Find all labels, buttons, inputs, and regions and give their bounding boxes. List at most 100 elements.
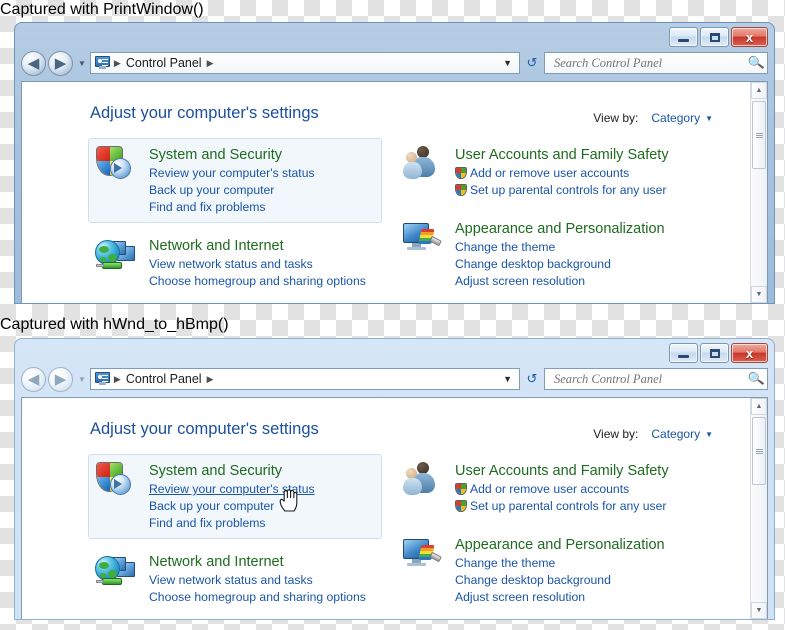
category-title[interactable]: Appearance and Personalization bbox=[455, 220, 743, 238]
client-area: Adjust your computer's settings View by:… bbox=[21, 81, 768, 303]
link-review-status[interactable]: Review your computer's status bbox=[149, 165, 375, 182]
close-button[interactable]: x bbox=[731, 343, 768, 363]
address-bar[interactable]: ▶ Control Panel ▶ ▼ bbox=[89, 52, 520, 74]
view-by-label: View by: bbox=[593, 111, 639, 125]
category-network-and-internet[interactable]: Network and Internet View network status… bbox=[88, 229, 382, 297]
scrollbar-thumb[interactable] bbox=[752, 417, 766, 485]
minimize-icon bbox=[678, 38, 689, 42]
search-input[interactable] bbox=[552, 370, 745, 388]
search-icon: 🔍 bbox=[746, 53, 765, 72]
forward-button[interactable]: ▶ bbox=[48, 50, 73, 76]
client-area: Adjust your computer's settings View by:… bbox=[21, 397, 768, 619]
forward-arrow-icon: ▶ bbox=[54, 369, 67, 388]
close-icon: x bbox=[745, 345, 754, 361]
scroll-up-button[interactable]: ▲ bbox=[751, 82, 767, 99]
category-title[interactable]: User Accounts and Family Safety bbox=[455, 462, 743, 480]
breadcrumb-control-panel[interactable]: Control Panel bbox=[124, 372, 204, 386]
link-view-network-status[interactable]: View network status and tasks bbox=[149, 572, 375, 589]
category-title[interactable]: System and Security bbox=[149, 462, 375, 480]
refresh-icon: ↺ bbox=[526, 55, 538, 70]
link-change-theme[interactable]: Change the theme bbox=[455, 239, 743, 256]
category-title[interactable]: User Accounts and Family Safety bbox=[455, 146, 743, 164]
address-dropdown-icon[interactable]: ▼ bbox=[496, 58, 519, 68]
category-title[interactable]: System and Security bbox=[149, 146, 375, 164]
back-arrow-icon: ◀ bbox=[27, 53, 40, 72]
scrollbar-track[interactable] bbox=[751, 415, 767, 602]
link-find-fix-problems[interactable]: Find and fix problems bbox=[149, 515, 375, 532]
control-panel-icon bbox=[94, 372, 111, 386]
breadcrumb-separator-1: ▶ bbox=[113, 57, 121, 68]
back-button[interactable]: ◀ bbox=[21, 366, 46, 392]
breadcrumb-separator-2[interactable]: ▶ bbox=[204, 374, 217, 385]
link-add-remove-accounts[interactable]: Add or remove user accounts bbox=[455, 165, 743, 182]
window-controls: x bbox=[669, 343, 768, 363]
link-change-theme[interactable]: Change the theme bbox=[455, 555, 743, 572]
vertical-scrollbar[interactable]: ▲ ▼ bbox=[750, 398, 767, 619]
history-dropdown-icon[interactable]: ▼ bbox=[78, 375, 86, 384]
link-view-network-status[interactable]: View network status and tasks bbox=[149, 256, 375, 273]
search-input[interactable] bbox=[552, 54, 745, 72]
category-system-and-security[interactable]: System and Security Review your computer… bbox=[88, 454, 382, 539]
link-parental-controls[interactable]: Set up parental controls for any user bbox=[455, 182, 743, 199]
chevron-down-icon: ▼ bbox=[705, 429, 713, 439]
search-box[interactable]: 🔍 bbox=[544, 368, 768, 390]
control-panel-window-printwindow: x ◀ ▶ ▼ ▶ Control Panel ▶ ▼ ↺ 🔍 bbox=[14, 22, 775, 304]
minimize-button[interactable] bbox=[669, 343, 698, 363]
search-box[interactable]: 🔍 bbox=[544, 52, 768, 74]
view-by-dropdown[interactable]: Category ▼ bbox=[644, 108, 720, 128]
caption-printwindow: Captured with PrintWindow() bbox=[0, 0, 204, 20]
caption-printwindow-text: Captured with PrintWindow() bbox=[0, 1, 204, 18]
link-choose-homegroup[interactable]: Choose homegroup and sharing options bbox=[149, 273, 375, 290]
history-dropdown-icon[interactable]: ▼ bbox=[78, 59, 86, 68]
scroll-down-icon: ▼ bbox=[755, 607, 763, 614]
vertical-scrollbar[interactable]: ▲ ▼ bbox=[750, 82, 767, 303]
scroll-down-button[interactable]: ▼ bbox=[751, 286, 767, 303]
category-appearance[interactable]: Appearance and Personalization Change th… bbox=[394, 212, 750, 297]
link-review-status[interactable]: Review your computer's status bbox=[149, 481, 375, 498]
link-adjust-screen-resolution[interactable]: Adjust screen resolution bbox=[455, 589, 743, 606]
category-network-and-internet[interactable]: Network and Internet View network status… bbox=[88, 545, 382, 613]
category-appearance[interactable]: Appearance and Personalization Change th… bbox=[394, 528, 750, 613]
back-button[interactable]: ◀ bbox=[21, 50, 46, 76]
refresh-button[interactable]: ↺ bbox=[520, 368, 544, 390]
refresh-button[interactable]: ↺ bbox=[520, 52, 544, 74]
scroll-down-button[interactable]: ▼ bbox=[751, 602, 767, 619]
category-user-accounts[interactable]: User Accounts and Family Safety Add or r… bbox=[394, 454, 750, 522]
breadcrumb-separator-2[interactable]: ▶ bbox=[204, 58, 217, 69]
minimize-button[interactable] bbox=[669, 27, 698, 47]
scroll-up-button[interactable]: ▲ bbox=[751, 398, 767, 415]
category-title[interactable]: Network and Internet bbox=[149, 553, 375, 571]
link-parental-controls[interactable]: Set up parental controls for any user bbox=[455, 498, 743, 515]
close-button[interactable]: x bbox=[731, 27, 768, 47]
category-system-and-security[interactable]: System and Security Review your computer… bbox=[88, 138, 382, 223]
link-change-desktop-background[interactable]: Change desktop background bbox=[455, 256, 743, 273]
link-back-up-computer[interactable]: Back up your computer bbox=[149, 498, 375, 515]
address-dropdown-icon[interactable]: ▼ bbox=[496, 374, 519, 384]
link-label: Add or remove user accounts bbox=[470, 166, 630, 180]
link-adjust-screen-resolution[interactable]: Adjust screen resolution bbox=[455, 273, 743, 290]
view-by-label: View by: bbox=[593, 427, 639, 441]
link-choose-homegroup[interactable]: Choose homegroup and sharing options bbox=[149, 589, 375, 606]
scrollbar-thumb[interactable] bbox=[752, 101, 766, 169]
forward-button[interactable]: ▶ bbox=[48, 366, 73, 392]
breadcrumb-control-panel[interactable]: Control Panel bbox=[124, 56, 204, 70]
address-bar[interactable]: ▶ Control Panel ▶ ▼ bbox=[89, 368, 520, 390]
scrollbar-track[interactable] bbox=[751, 99, 767, 286]
link-change-desktop-background[interactable]: Change desktop background bbox=[455, 572, 743, 589]
close-icon: x bbox=[745, 29, 754, 45]
view-by-control: View by: Category ▼ bbox=[593, 108, 720, 128]
category-title[interactable]: Appearance and Personalization bbox=[455, 536, 743, 554]
category-title[interactable]: Network and Internet bbox=[149, 237, 375, 255]
control-panel-window-hwndtohbmp: x ◀ ▶ ▼ ▶ Control Panel ▶ ▼ ↺ 🔍 bbox=[14, 338, 775, 620]
control-panel-icon bbox=[94, 56, 111, 70]
view-by-dropdown[interactable]: Category ▼ bbox=[644, 424, 720, 444]
scroll-up-icon: ▲ bbox=[755, 403, 763, 410]
link-add-remove-accounts[interactable]: Add or remove user accounts bbox=[455, 481, 743, 498]
link-find-fix-problems[interactable]: Find and fix problems bbox=[149, 199, 375, 216]
category-user-accounts[interactable]: User Accounts and Family Safety Add or r… bbox=[394, 138, 750, 206]
maximize-button[interactable] bbox=[700, 343, 729, 363]
uac-shield-icon bbox=[455, 167, 467, 179]
link-label: Set up parental controls for any user bbox=[470, 499, 667, 513]
maximize-button[interactable] bbox=[700, 27, 729, 47]
link-back-up-computer[interactable]: Back up your computer bbox=[149, 182, 375, 199]
